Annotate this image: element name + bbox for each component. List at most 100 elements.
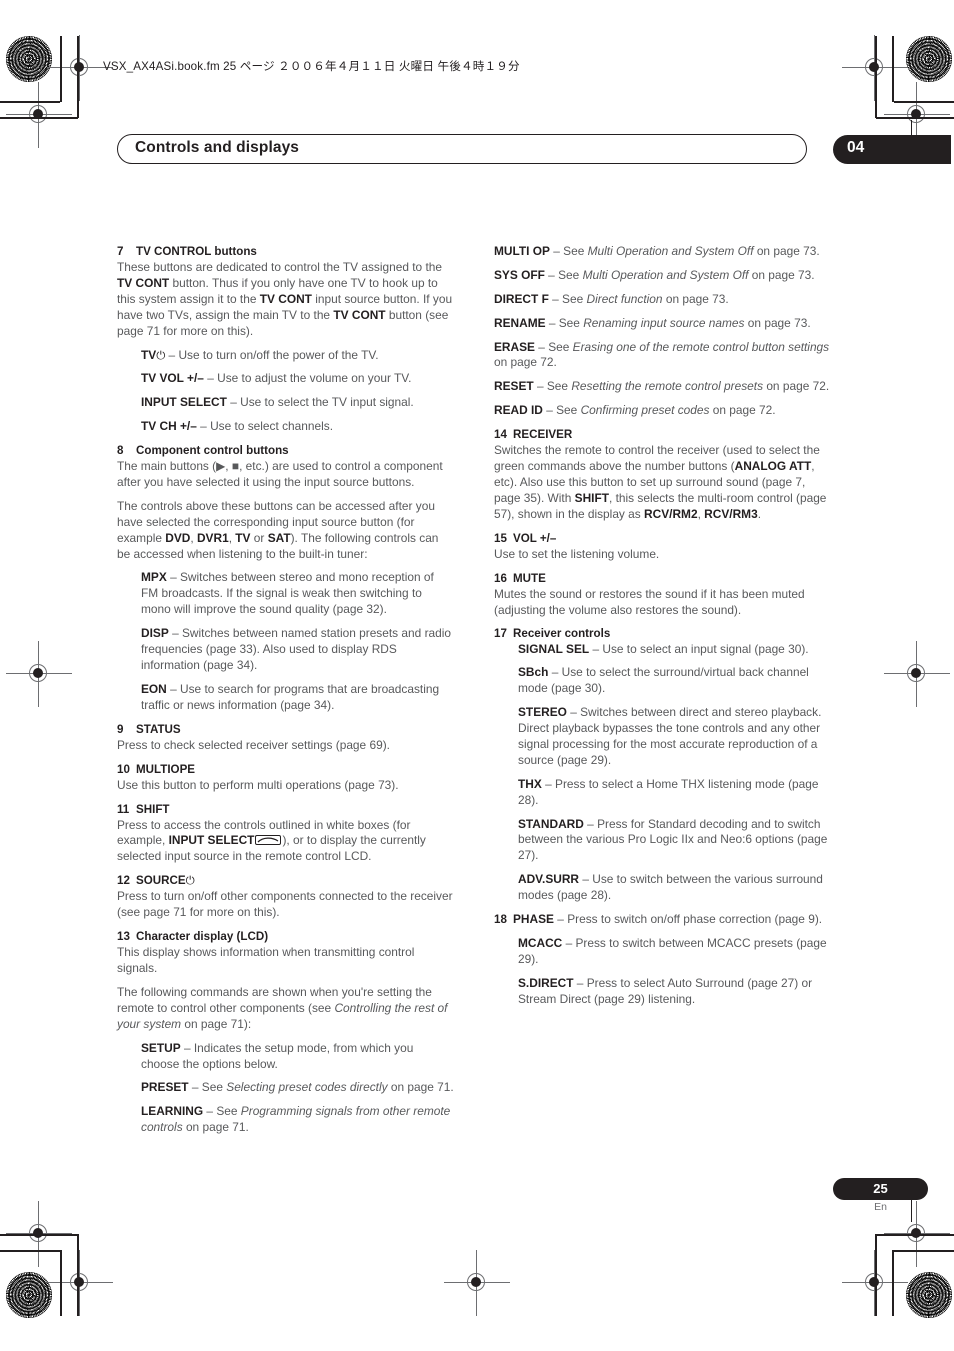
receiver-control-item: THX – Press to select a Home THX listeni… (518, 776, 819, 807)
section-16-heading: 16 MUTE (494, 571, 831, 586)
crop-line-top-right-h2 (876, 117, 954, 119)
section-8-item-disp: DISP – Switches between named station pr… (141, 626, 452, 672)
section-8-number: 8 (117, 444, 124, 458)
section-7-heading: 7 TV CONTROL buttons (117, 244, 454, 259)
section-13-paragraph-1: This display shows information when tran… (117, 945, 415, 976)
lcd-command-item: RESET – See Resetting the remote control… (494, 379, 830, 394)
crop-line-top-right-h (894, 101, 954, 103)
section-7-item-tv-vol: TV VOL +/– – Use to adjust the volume on… (141, 371, 412, 386)
crop-line-top-right-v (892, 36, 894, 102)
section-13-item-preset: PRESET – See Selecting preset codes dire… (141, 1080, 454, 1095)
section-18-heading: 18 PHASE – Press to switch on/off phase c… (494, 912, 831, 928)
section-13-number: 13 (117, 930, 130, 944)
section-8-heading: 8 Component control buttons (117, 443, 454, 458)
section-17-title: Receiver controls (513, 627, 611, 641)
section-15-title: VOL +/– (513, 531, 557, 545)
crop-line-bottom-right-h2 (876, 1234, 954, 1236)
section-12-paragraph: Press to turn on/off other components co… (117, 889, 453, 920)
section-15-number: 15 (494, 531, 507, 545)
section-14-title: RECEIVER (513, 428, 573, 442)
section-16-number: 16 (494, 571, 507, 585)
section-8-paragraph-1: The main buttons (▶, ■, etc.) are used t… (117, 459, 443, 490)
section-14-number: 14 (494, 428, 507, 442)
left-column: 7 TV CONTROL buttons These buttons are de… (117, 244, 454, 1144)
page-number-pill: 25 (833, 1178, 928, 1200)
section-12-number: 12 (117, 874, 130, 888)
section-13-item-setup: SETUP – Indicates the setup mode, from w… (141, 1040, 414, 1071)
crop-line-bottom-left-v2 (77, 1234, 79, 1316)
section-10-heading: 10 MULTIOPE (117, 762, 454, 777)
lcd-command-item: RENAME – See Renaming input source names… (494, 315, 811, 330)
section-14-paragraph: Switches the remote to control the recei… (494, 443, 827, 521)
crop-line-top-right-v2 (875, 36, 877, 118)
receiver-control-item: STEREO – Switches between direct and ste… (518, 705, 822, 767)
crop-line-bottom-right-v (892, 1250, 894, 1316)
section-13-item-learning: LEARNING – See Programming signals from … (141, 1104, 451, 1135)
section-14-heading: 14 RECEIVER (494, 427, 831, 442)
crop-line-bottom-left-h2 (0, 1234, 78, 1236)
lcd-command-item: SYS OFF – See Multi Operation and System… (494, 267, 815, 282)
lcd-command-list: MULTI OP – See Multi Operation and Syste… (494, 244, 831, 419)
section-15-heading: 15 VOL +/– (494, 531, 831, 546)
crop-line-bottom-right-v2 (875, 1234, 877, 1316)
moire-target-bottom-left (6, 1272, 52, 1318)
crop-line-bottom-left-h (0, 1250, 60, 1252)
receiver-control-item: STANDARD – Press for Standard decoding a… (518, 816, 828, 863)
input-select-icon (255, 835, 282, 846)
chapter-tab: 04 (833, 135, 951, 164)
section-8-item-mpx: MPX – Switches between stereo and mono r… (141, 570, 434, 617)
section-11-number: 11 (117, 802, 130, 816)
registration-mark-bottom-left (47, 1250, 113, 1316)
crop-line-bottom-right-h (894, 1250, 954, 1252)
footer-tick (911, 1196, 913, 1222)
registration-mark-center-left (6, 641, 72, 707)
section-13-paragraph-2: The following commands are shown when yo… (117, 984, 448, 1031)
phase-control-item: MCACC – Press to switch between MCACC pr… (518, 935, 827, 966)
section-13-title: Character display (LCD) (136, 930, 269, 944)
section-18-item-list: MCACC – Press to switch between MCACC pr… (494, 936, 831, 1008)
section-10-title: MULTIOPE (136, 762, 196, 776)
crop-line-top-left-h2 (0, 117, 78, 119)
section-18-label: PHASE (513, 911, 554, 926)
registration-mark-bottom-center (444, 1250, 510, 1316)
phase-control-item: S.DIRECT – Press to select Auto Surround… (518, 975, 813, 1006)
source-power-icon: ⏻ (185, 873, 195, 888)
section-9-paragraph: Press to check selected receiver setting… (117, 737, 390, 752)
page-title: Controls and displays (135, 139, 300, 156)
registration-mark-top-left (47, 35, 113, 101)
section-7-item-tv-ch: TV CH +/– – Use to select channels. (141, 419, 333, 434)
section-9-title: STATUS (136, 722, 181, 736)
section-7-number: 7 (117, 245, 124, 258)
moire-target-top-left (6, 36, 52, 82)
section-17-heading: 17 Receiver controls (494, 626, 831, 641)
registration-mark-mid-left (6, 82, 72, 148)
section-11-heading: 11 SHIFT (117, 802, 454, 817)
lcd-command-item: ERASE – See Erasing one of the remote co… (494, 339, 830, 370)
lcd-command-item: DIRECT F – See Direct function on page 7… (494, 291, 729, 306)
lcd-command-item: MULTI OP – See Multi Operation and Syste… (494, 244, 820, 258)
section-8-paragraph-2: The controls above these buttons can be … (117, 498, 439, 561)
right-column: MULTI OP – See Multi Operation and Syste… (494, 244, 831, 1015)
section-7-item-input-select: INPUT SELECT – Use to select the TV inpu… (141, 395, 414, 410)
section-11-title: SHIFT (136, 802, 170, 816)
section-18-number: 18 (494, 912, 507, 926)
page-header: Controls and displays (117, 134, 807, 164)
crop-line-top-left-h (0, 101, 60, 103)
crop-line-top-left-v (60, 36, 62, 102)
moire-target-top-right (906, 36, 952, 82)
power-icon: ⏻ (156, 347, 166, 362)
section-8-title: Component control buttons (136, 444, 289, 458)
section-17-item-list: SIGNAL SEL – Use to select an input sign… (494, 642, 831, 904)
moire-target-bottom-right (906, 1272, 952, 1318)
section-10-number: 10 (117, 762, 130, 776)
section-11-paragraph: Press to access the controls outlined in… (117, 817, 426, 864)
section-7-item-tv-power: TV⏻ – Use to turn on/off the power of th… (141, 347, 379, 362)
crop-line-bottom-left-v (60, 1250, 62, 1316)
lcd-command-item: READ ID – See Confirming preset codes on… (494, 403, 776, 418)
registration-mark-mid-right (884, 82, 950, 148)
section-15-paragraph: Use to set the listening volume. (494, 546, 660, 561)
page-number: 25 (873, 1181, 888, 1196)
language-code: En (874, 1201, 887, 1213)
section-17-number: 17 (494, 627, 507, 641)
chapter-tab-tick (911, 120, 913, 146)
